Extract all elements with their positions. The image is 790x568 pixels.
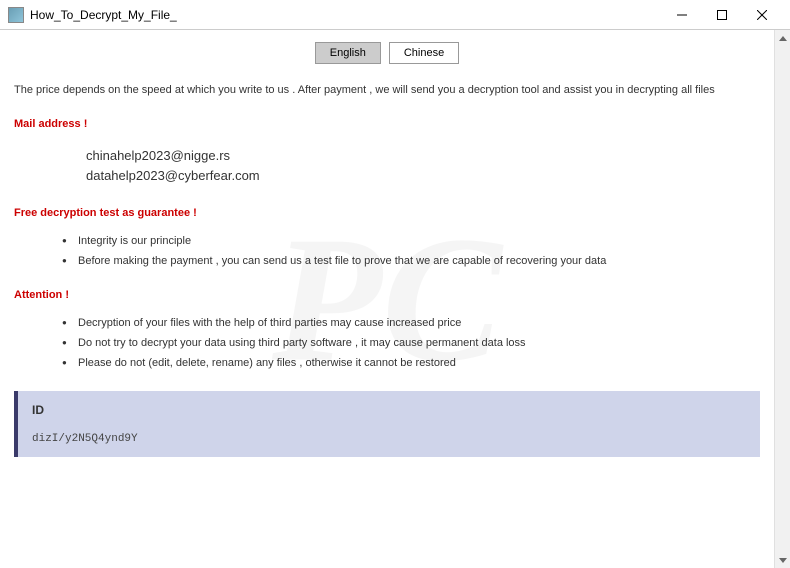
window-title: How_To_Decrypt_My_File_ — [30, 8, 662, 22]
maximize-button[interactable] — [702, 1, 742, 29]
guarantee-header: Free decryption test as guarantee ! — [14, 207, 760, 219]
id-label: ID — [32, 403, 746, 417]
language-selector: English Chinese — [14, 42, 760, 64]
scroll-up-arrow[interactable] — [775, 30, 790, 46]
email-2: datahelp2023@cyberfear.com — [86, 166, 760, 186]
list-item: Decryption of your files with the help o… — [62, 317, 760, 329]
content-area: PC risk.com English Chinese The price de… — [0, 30, 774, 568]
attention-header: Attention ! — [14, 289, 760, 301]
app-icon — [8, 7, 24, 23]
english-button[interactable]: English — [315, 42, 381, 64]
attention-list: Decryption of your files with the help o… — [14, 317, 760, 369]
list-item: Integrity is our principle — [62, 235, 760, 247]
id-value: dizI/y2N5Q4ynd9Y — [32, 433, 746, 445]
scroll-down-arrow[interactable] — [775, 552, 790, 568]
email-1: chinahelp2023@nigge.rs — [86, 146, 760, 166]
close-button[interactable] — [742, 1, 782, 29]
vertical-scrollbar[interactable] — [774, 30, 790, 568]
minimize-button[interactable] — [662, 1, 702, 29]
window-controls — [662, 1, 782, 29]
chinese-button[interactable]: Chinese — [389, 42, 459, 64]
email-list: chinahelp2023@nigge.rs datahelp2023@cybe… — [14, 146, 760, 185]
list-item: Before making the payment , you can send… — [62, 255, 760, 267]
id-box: ID dizI/y2N5Q4ynd9Y — [14, 391, 760, 457]
titlebar: How_To_Decrypt_My_File_ — [0, 0, 790, 30]
mail-header: Mail address ! — [14, 118, 760, 130]
content-wrapper: PC risk.com English Chinese The price de… — [0, 30, 790, 568]
list-item: Please do not (edit, delete, rename) any… — [62, 357, 760, 369]
list-item: Do not try to decrypt your data using th… — [62, 337, 760, 349]
guarantee-list: Integrity is our principle Before making… — [14, 235, 760, 267]
intro-text: The price depends on the speed at which … — [14, 84, 760, 96]
